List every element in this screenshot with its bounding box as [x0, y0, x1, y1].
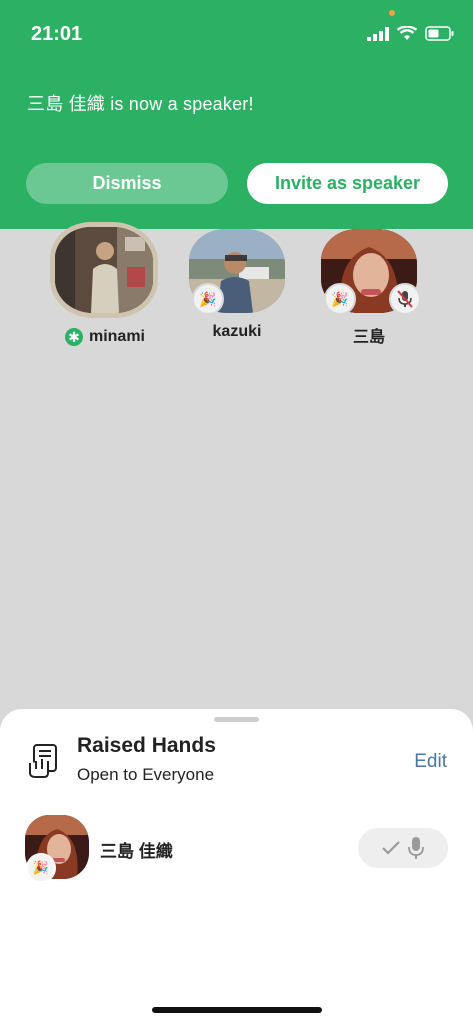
raised-hands-subtitle: Open to Everyone [77, 765, 215, 784]
sheet-drag-handle[interactable] [214, 717, 259, 722]
moderator-badge-icon: ✱ [64, 328, 83, 346]
battery-icon [425, 26, 454, 41]
raised-hand-icon [29, 744, 57, 778]
wifi-icon [397, 26, 417, 40]
invite-to-speak-button[interactable] [358, 828, 448, 868]
edit-button[interactable]: Edit [414, 751, 447, 773]
banner-message: 三島 佳織 is now a speaker! [27, 94, 254, 114]
speaker-notification-banner: 21:01 三島 佳織 is now a speaker! Dismiss In… [0, 0, 473, 229]
speaker-name: minami [88, 328, 145, 345]
avatar [50, 222, 158, 318]
status-bar: 21:01 [0, 0, 473, 60]
status-time: 21:01 [31, 23, 83, 45]
invite-as-speaker-button[interactable]: Invite as speaker [247, 163, 448, 204]
check-icon [382, 841, 400, 855]
status-icons [367, 26, 455, 41]
avatar-photo [55, 227, 153, 313]
speaker-mishima[interactable]: 🎉 三島 [314, 229, 424, 347]
raised-hand-row: 🎉 三島 佳織 [0, 809, 473, 883]
recording-dot [389, 10, 395, 16]
speaker-kazuki[interactable]: 🎉 kazuki [182, 229, 292, 341]
microphone-icon [408, 837, 424, 859]
dismiss-button[interactable]: Dismiss [26, 163, 228, 204]
speaker-name: 三島 [352, 329, 385, 346]
party-popper-icon: 🎉 [324, 283, 356, 315]
speaker-name-row: 三島 [314, 323, 424, 347]
raised-hand-name: 三島 佳織 [100, 842, 173, 861]
raised-hands-title: Raised Hands [77, 734, 216, 757]
cellular-signal-icon [367, 26, 389, 41]
speaker-minami[interactable]: ✱ minami [50, 222, 160, 346]
mic-muted-icon [389, 283, 421, 315]
home-indicator[interactable] [152, 1007, 322, 1013]
speaker-name-row: ✱ minami [50, 328, 160, 346]
speaker-name-row: kazuki [182, 323, 292, 341]
speaker-name: kazuki [212, 323, 262, 340]
raised-hands-sheet: Raised Hands Open to Everyone Edit 🎉 三島 … [0, 709, 473, 1024]
party-popper-icon: 🎉 [192, 283, 224, 315]
party-popper-icon: 🎉 [26, 853, 56, 883]
